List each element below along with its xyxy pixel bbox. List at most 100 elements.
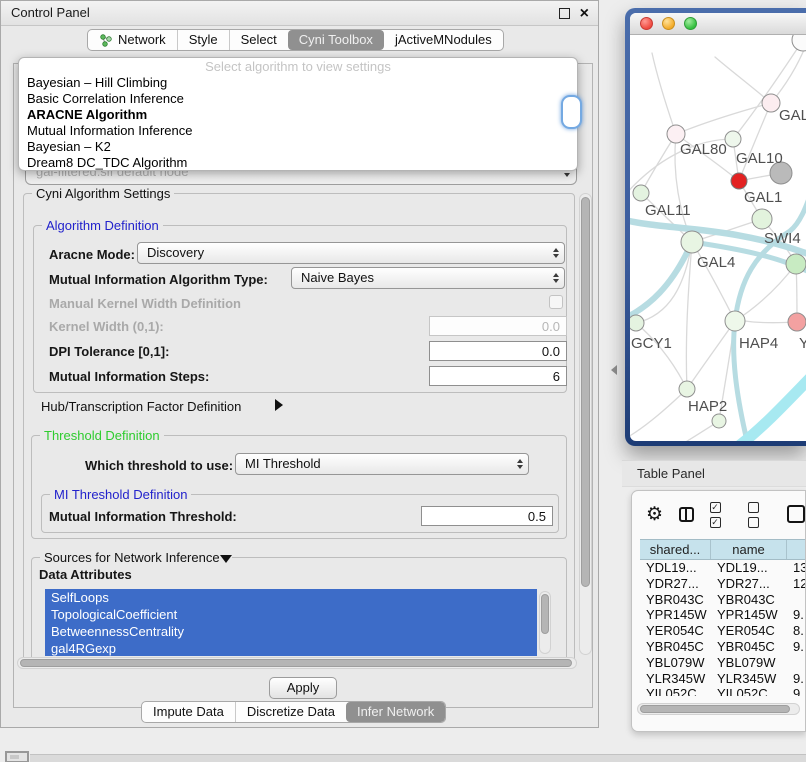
mi-threshold-field[interactable]: 0.5: [421, 506, 553, 526]
combo-stepper-icon: [517, 454, 523, 474]
table-row[interactable]: YBR045CYBR045C9.: [640, 639, 806, 655]
network-node[interactable]: [792, 35, 806, 51]
network-node[interactable]: [786, 254, 806, 274]
mi-threshold-definition-title: MI Threshold Definition: [50, 487, 191, 502]
network-node-gal4[interactable]: [681, 231, 703, 253]
dropdown-item[interactable]: Bayesian – Hill Climbing: [19, 75, 577, 91]
network-node-gal11[interactable]: [633, 185, 649, 201]
table-row[interactable]: YBL079WYBL079W: [640, 655, 806, 671]
mi-steps-field[interactable]: 6: [429, 366, 567, 386]
network-node-hap2[interactable]: [679, 381, 695, 397]
settings-horizontal-scrollbar[interactable]: [17, 657, 577, 669]
document-icon[interactable]: [787, 505, 805, 523]
table-row[interactable]: YDR27...YDR27...12: [640, 576, 806, 592]
tab-impute-data[interactable]: Impute Data: [142, 702, 235, 722]
cyni-algorithm-settings-title: Cyni Algorithm Settings: [32, 186, 174, 201]
dropdown-item[interactable]: Dream8 DC_TDC Algorithm: [19, 155, 577, 171]
tab-discretize-data[interactable]: Discretize Data: [235, 702, 346, 722]
dropdown-item-selected[interactable]: ARACNE Algorithm: [19, 107, 577, 123]
aracne-mode-value: Discovery: [147, 245, 204, 260]
tab-jactivemnodules[interactable]: jActiveMNodules: [384, 30, 503, 50]
gear-icon[interactable]: ⚙: [646, 505, 663, 524]
list-scrollbar[interactable]: [539, 591, 551, 654]
list-item[interactable]: TopologicalCoefficient: [45, 606, 537, 623]
control-panel-titlebar[interactable]: Control Panel ×: [1, 1, 598, 26]
table-row[interactable]: YIL052CYIL052C9.: [640, 686, 806, 696]
dpi-tolerance-label: DPI Tolerance [0,1]:: [49, 344, 169, 359]
column-header[interactable]: A: [787, 540, 806, 559]
collapsed-panel-button[interactable]: [5, 751, 29, 762]
mi-algorithm-type-combo[interactable]: Naive Bayes: [291, 267, 565, 289]
network-window-titlebar[interactable]: [630, 13, 806, 35]
table-row[interactable]: YPR145WYPR145W9.: [640, 607, 806, 623]
mi-algorithm-type-label: Mutual Information Algorithm Type:: [49, 272, 268, 287]
manual-kernel-width-checkbox[interactable]: [549, 295, 563, 309]
kernel-width-field[interactable]: 0.0: [429, 316, 567, 336]
table-row[interactable]: YER054CYER054C8.: [640, 623, 806, 639]
list-item[interactable]: SelfLoops: [45, 589, 537, 606]
tab-cyni-toolbox[interactable]: Cyni Toolbox: [288, 30, 384, 50]
expand-arrow-icon[interactable]: [275, 399, 283, 411]
aracne-mode-label: Aracne Mode:: [49, 247, 135, 262]
tab-network[interactable]: Network: [88, 30, 177, 50]
split-collapse-icon[interactable]: [611, 365, 617, 375]
network-node-gal10[interactable]: [725, 131, 741, 147]
tab-network-label: Network: [118, 30, 166, 50]
node-label: Y: [799, 335, 806, 352]
dropdown-item[interactable]: Mutual Information Inference: [19, 123, 577, 139]
tab-style[interactable]: Style: [177, 30, 229, 50]
close-traffic-light-icon[interactable]: [640, 17, 653, 30]
node-label: SWI4: [764, 230, 801, 247]
dropdown-item[interactable]: Basic Correlation Inference: [19, 91, 577, 107]
table-horizontal-scrollbar[interactable]: [637, 703, 800, 715]
checkbox-checked-pair-icon[interactable]: ✓✓: [710, 499, 733, 529]
network-node-gal1[interactable]: [752, 209, 772, 229]
network-node-gcy1[interactable]: [630, 315, 644, 331]
bottom-panel-edge: [30, 754, 806, 762]
dpi-tolerance-field[interactable]: 0.0: [429, 341, 567, 361]
column-header[interactable]: name: [711, 540, 787, 559]
column-header[interactable]: shared...: [640, 540, 711, 559]
split-columns-icon[interactable]: [679, 507, 693, 522]
table-row[interactable]: YDL19...YDL19...13: [640, 560, 806, 576]
network-node-hap4[interactable]: [725, 311, 745, 331]
network-node-salmon[interactable]: [788, 313, 806, 331]
network-canvas[interactable]: GAL GAL80 GAL10 GAL1 GAL11 SWI4 GAL4 GCY…: [630, 35, 806, 441]
algorithm-dropdown-popup: Select algorithm to view settings Bayesi…: [18, 57, 578, 171]
bottom-tab-strip: Impute Data Discretize Data Infer Networ…: [141, 701, 446, 723]
which-threshold-combo[interactable]: MI Threshold: [235, 453, 529, 475]
node-label: GAL80: [680, 141, 727, 158]
close-window-icon[interactable]: ×: [580, 2, 589, 26]
table-panel-window: ⚙ ✓✓ shared... name A YDL19...YDL19...13…: [631, 490, 806, 732]
manual-kernel-width-label: Manual Kernel Width Definition: [49, 296, 241, 311]
node-label: HAP4: [739, 335, 778, 352]
list-item[interactable]: BetweennessCentrality: [45, 623, 537, 640]
node-label: GAL1: [744, 189, 782, 206]
node-table: shared... name A YDL19...YDL19...13 YDR2…: [640, 539, 806, 696]
collapse-arrow-icon[interactable]: [220, 555, 232, 563]
network-node-red[interactable]: [731, 173, 747, 189]
aracne-mode-combo[interactable]: Discovery: [137, 242, 565, 264]
node-label: GAL10: [736, 150, 783, 167]
checkbox-unchecked-pair-icon[interactable]: [748, 499, 771, 529]
network-node[interactable]: [712, 414, 726, 428]
which-threshold-value: MI Threshold: [245, 456, 321, 471]
network-node[interactable]: [762, 94, 780, 112]
list-item[interactable]: gal4RGexp: [45, 640, 537, 656]
table-row[interactable]: YLR345WYLR345W9.: [640, 671, 806, 687]
minimize-traffic-light-icon[interactable]: [662, 17, 675, 30]
table-row[interactable]: YBR043CYBR043C: [640, 592, 806, 608]
data-attributes-list: SelfLoops TopologicalCoefficient Between…: [45, 589, 537, 656]
network-view-window: GAL GAL80 GAL10 GAL1 GAL11 SWI4 GAL4 GCY…: [630, 13, 806, 441]
settings-vertical-scrollbar[interactable]: [579, 193, 592, 655]
table-toolbar: ⚙ ✓✓: [632, 499, 805, 529]
tab-select[interactable]: Select: [229, 30, 288, 50]
float-window-icon[interactable]: [559, 8, 570, 19]
zoom-traffic-light-icon[interactable]: [684, 17, 697, 30]
dropdown-item[interactable]: Bayesian – K2: [19, 139, 577, 155]
focused-combo-fragment[interactable]: [561, 95, 582, 129]
node-label: GAL: [779, 107, 806, 124]
hub-definition-label[interactable]: Hub/Transcription Factor Definition: [41, 399, 241, 414]
apply-button[interactable]: Apply: [269, 677, 337, 699]
tab-infer-network[interactable]: Infer Network: [346, 702, 445, 722]
